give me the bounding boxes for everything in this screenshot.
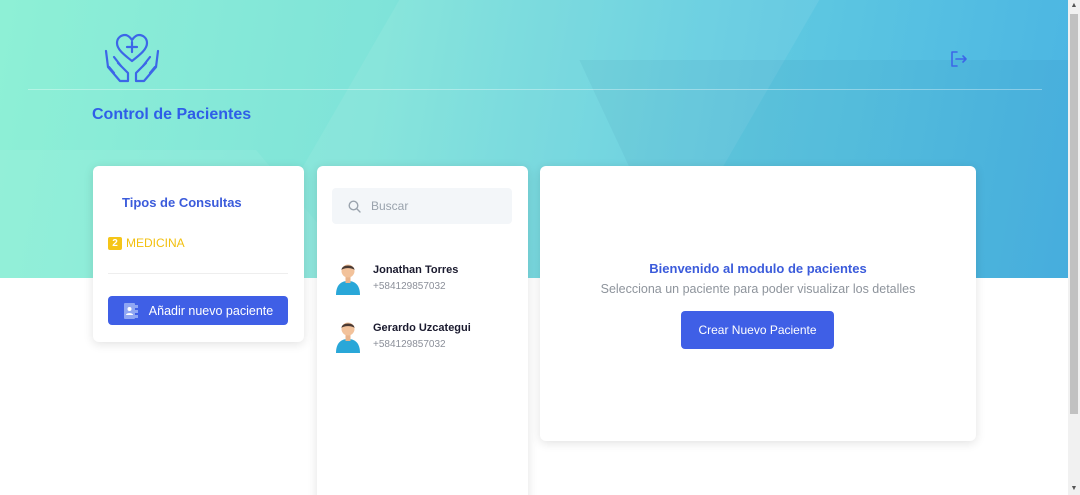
logout-icon[interactable] — [950, 50, 968, 68]
consult-type-label: MEDICINA — [126, 236, 185, 250]
scroll-up-arrow-icon[interactable]: ▲ — [1070, 2, 1078, 10]
address-book-icon — [123, 302, 138, 319]
patient-list-item[interactable]: Jonathan Torres +584129857032 — [335, 261, 458, 295]
patient-list-card: Jonathan Torres +584129857032 Gerardo Uz… — [317, 166, 528, 495]
create-patient-button[interactable]: Crear Nuevo Paciente — [681, 311, 834, 349]
consult-type-count-badge: 2 — [108, 236, 122, 250]
app-title: Control de Pacientes — [92, 106, 252, 123]
welcome-title: Bienvenido al modulo de pacientes — [649, 261, 867, 276]
patient-name: Jonathan Torres — [373, 264, 459, 276]
scroll-down-arrow-icon[interactable]: ▼ — [1070, 485, 1078, 493]
search-icon — [348, 199, 361, 213]
search-box[interactable] — [332, 188, 512, 224]
add-patient-button[interactable]: Añadir nuevo paciente — [108, 296, 288, 325]
patient-list-item[interactable]: Gerardo Uzcategui +584129857032 — [335, 319, 471, 353]
scrollbar-thumb[interactable] — [1070, 14, 1078, 414]
patient-phone: +584129857032 — [373, 281, 446, 292]
user-avatar-icon — [336, 322, 360, 353]
hands-heart-icon — [104, 33, 160, 83]
welcome-panel: Bienvenido al modulo de pacientes Selecc… — [540, 166, 976, 441]
add-patient-label: Añadir nuevo paciente — [148, 303, 274, 318]
search-input[interactable] — [371, 199, 491, 213]
consult-types-card: Tipos de Consultas 2 MEDICINA Añadir nue… — [93, 166, 304, 342]
patient-phone: +584129857032 — [373, 339, 446, 350]
user-avatar-icon — [336, 264, 360, 295]
vertical-scrollbar[interactable]: ▲ ▼ — [1068, 0, 1080, 495]
welcome-subtitle: Selecciona un paciente para poder visual… — [600, 282, 916, 296]
consult-type-item-medicina[interactable]: 2 MEDICINA — [108, 236, 185, 250]
patient-name: Gerardo Uzcategui — [373, 322, 471, 334]
header-divider — [28, 89, 1042, 90]
consult-types-title: Tipos de Consultas — [122, 195, 242, 210]
card-divider — [108, 273, 288, 274]
